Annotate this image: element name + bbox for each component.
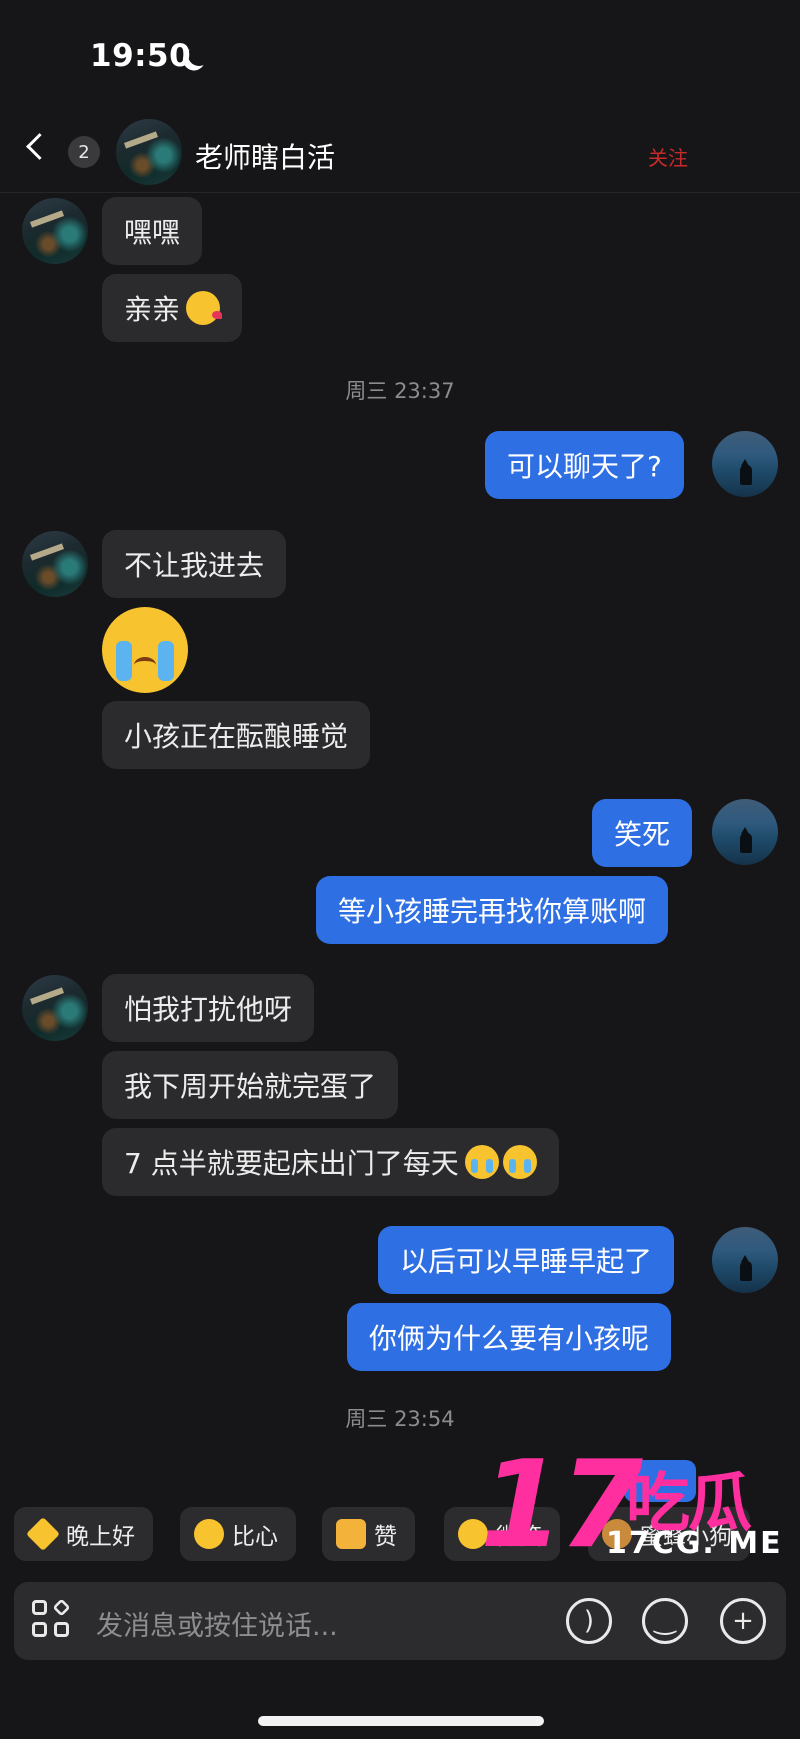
- message-bubble[interactable]: 嘿嘿: [102, 197, 203, 265]
- message-text: 笑死: [614, 818, 671, 851]
- emoji-icon[interactable]: ‿: [642, 1598, 688, 1644]
- message-bubble[interactable]: 以后可以早睡早起了: [378, 1226, 675, 1294]
- chat-title[interactable]: 老师瞎白活: [195, 136, 335, 176]
- message-input[interactable]: 发消息或按住说话...: [96, 1604, 338, 1643]
- plus-icon[interactable]: +: [720, 1598, 766, 1644]
- message-bubble[interactable]: 笑死: [592, 799, 693, 867]
- cat-silhouette: [740, 1255, 752, 1281]
- message-bubble[interactable]: 7 点半就要起床出门了每天: [102, 1128, 559, 1196]
- message-text: 可以聊天了?: [507, 450, 662, 483]
- message-bubble[interactable]: 亲亲: [102, 274, 243, 342]
- message-text: 不让我进去: [124, 549, 265, 582]
- unread-badge[interactable]: 2: [68, 136, 100, 168]
- message-text: 小孩正在酝酿睡觉: [124, 720, 349, 753]
- message-bubble[interactable]: 怕我打扰他呀: [102, 974, 315, 1042]
- back-icon[interactable]: [26, 133, 53, 160]
- kiss-emoji-icon: [186, 291, 223, 325]
- timestamp: 周三 23:37: [345, 379, 455, 403]
- message-text: 我下周开始就完蛋了: [124, 1070, 377, 1103]
- heart-hands-icon: [194, 1519, 224, 1549]
- star-icon: [26, 1517, 60, 1551]
- message-text: 等小孩睡完再找你算账啊: [338, 895, 647, 928]
- contact-avatar[interactable]: [116, 119, 182, 185]
- message-text: 以后可以早睡早起了: [400, 1245, 653, 1278]
- header-divider: [0, 192, 800, 193]
- message-bubble[interactable]: 你俩为什么要有小孩呢: [347, 1303, 672, 1371]
- voice-icon[interactable]: ): [566, 1598, 612, 1644]
- status-time: 19:50: [90, 38, 192, 74]
- crying-emoji-icon[interactable]: [102, 607, 188, 693]
- timestamp: 周三 23:54: [345, 1407, 455, 1431]
- message-bubble[interactable]: 等小孩睡完再找你算账啊: [316, 876, 669, 944]
- quick-reply-chip[interactable]: 赞: [322, 1507, 415, 1561]
- crying-emoji-icon: [502, 1145, 537, 1179]
- my-avatar[interactable]: [712, 431, 778, 497]
- apps-grid-icon[interactable]: [32, 1598, 76, 1644]
- contact-avatar[interactable]: [22, 975, 88, 1041]
- cat-silhouette: [740, 827, 752, 853]
- contact-avatar[interactable]: [22, 531, 88, 597]
- message-bubble[interactable]: 小孩正在酝酿睡觉: [102, 701, 371, 769]
- message-text: 嘿嘿: [124, 216, 181, 249]
- chip-label: 比心: [232, 1524, 278, 1550]
- message-text: 怕我打扰他呀: [124, 993, 293, 1026]
- home-indicator[interactable]: [258, 1716, 544, 1726]
- header-mark[interactable]: 关注: [648, 142, 688, 171]
- my-avatar[interactable]: [712, 1227, 778, 1293]
- message-text: 7 点半就要起床出门了每天: [124, 1147, 459, 1180]
- crying-emoji-icon: [464, 1145, 499, 1179]
- message-bubble[interactable]: 可以聊天了?: [485, 431, 684, 499]
- contact-avatar[interactable]: [22, 198, 88, 264]
- message-text: 你俩为什么要有小孩呢: [369, 1322, 650, 1355]
- quick-reply-chip[interactable]: 晚上好: [14, 1507, 153, 1561]
- my-avatar[interactable]: [712, 799, 778, 865]
- message-text: 亲亲: [124, 293, 181, 326]
- thumbs-up-icon: [336, 1519, 366, 1549]
- chip-label: 晚上好: [66, 1524, 135, 1550]
- watermark-site: 17CG. ME: [606, 1526, 783, 1561]
- message-bubble[interactable]: 我下周开始就完蛋了: [102, 1051, 399, 1119]
- message-bubble[interactable]: 不让我进去: [102, 530, 287, 598]
- quick-reply-chip[interactable]: 比心: [180, 1507, 296, 1561]
- chip-label: 赞: [374, 1524, 397, 1550]
- cat-silhouette: [740, 459, 752, 485]
